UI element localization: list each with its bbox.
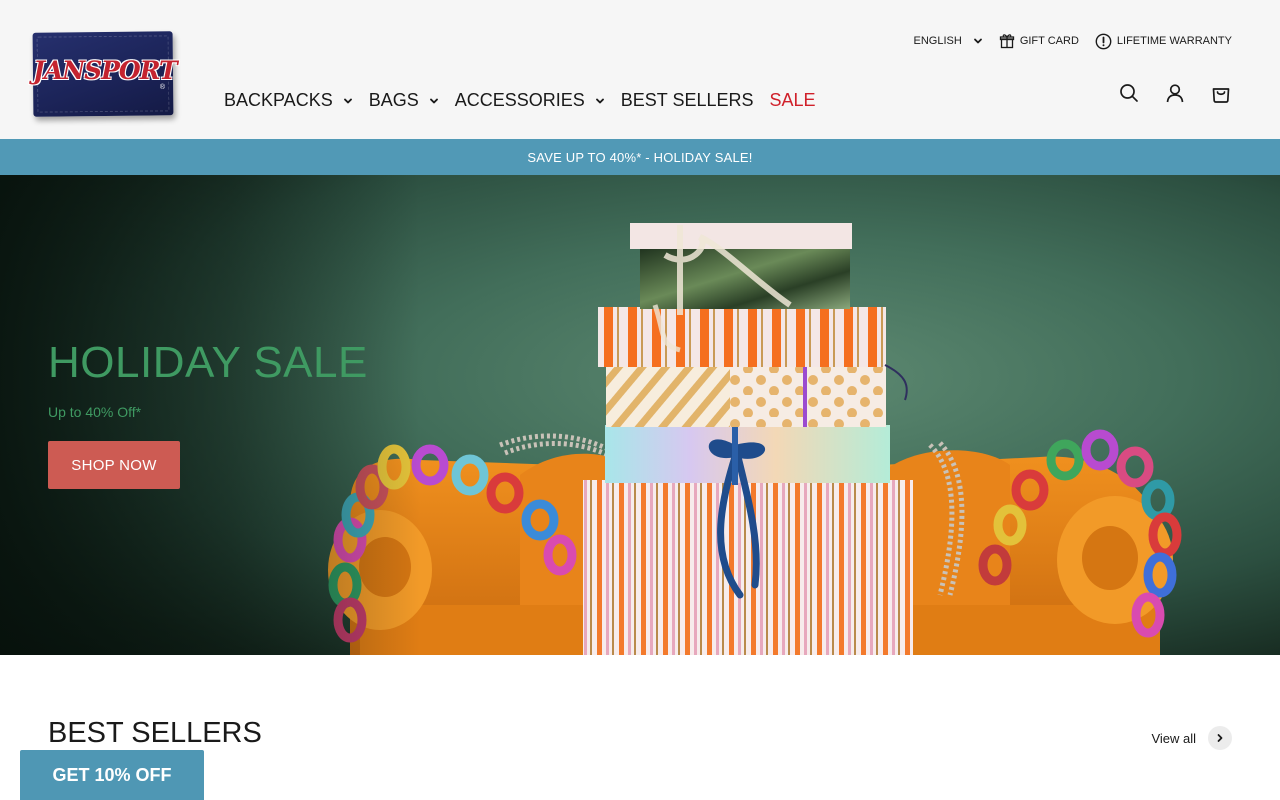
chevron-down-icon — [343, 90, 353, 111]
nav-item-accessories[interactable]: ACCESSORIES — [455, 90, 605, 111]
nav-label: BEST SELLERS — [620, 90, 754, 110]
chevron-down-icon — [429, 90, 439, 111]
nav-label: ACCESSORIES — [454, 90, 585, 110]
shop-now-button[interactable]: SHOP NOW — [48, 441, 180, 489]
hero-subtitle: Up to 40% Off* — [48, 404, 142, 420]
hero-banner: HOLIDAY SALE Up to 40% Off* SHOP NOW — [0, 175, 1280, 655]
announcement-text: SAVE UP TO 40%* - HOLIDAY SALE! — [527, 149, 753, 165]
view-all-link[interactable]: View all — [1151, 726, 1232, 750]
best-sellers-heading: BEST SELLERS — [48, 717, 262, 749]
logo-text: JANSPORT — [33, 56, 179, 86]
lifetime-warranty-link[interactable]: LIFETIME WARRANTY — [1095, 33, 1232, 50]
cart-icon[interactable] — [1210, 82, 1232, 104]
chevron-down-icon — [595, 90, 605, 111]
warning-icon — [1095, 33, 1112, 50]
header-actions — [1118, 82, 1232, 104]
chevron-right-icon — [1208, 726, 1232, 750]
utility-bar: ENGLISH GIFT CARD LIFETIME WARRANTY — [914, 30, 1232, 52]
gift-card-label: GIFT CARD — [1019, 35, 1079, 47]
nav-item-bags[interactable]: BAGS — [369, 90, 439, 111]
announcement-bar[interactable]: SAVE UP TO 40%* - HOLIDAY SALE! — [0, 139, 1280, 175]
main-nav: BACKPACKS BAGS ACCESSORIES BEST SELLERS … — [224, 90, 816, 111]
warranty-label: LIFETIME WARRANTY — [1116, 35, 1232, 47]
gift-icon — [999, 33, 1015, 49]
chevron-down-icon — [973, 36, 983, 46]
view-all-label: View all — [1151, 730, 1196, 746]
nav-label: SALE — [769, 90, 816, 110]
nav-label: BAGS — [368, 90, 419, 110]
nav-label: BACKPACKS — [224, 90, 333, 110]
gift-card-link[interactable]: GIFT CARD — [999, 33, 1079, 49]
nav-item-sale[interactable]: SALE — [770, 90, 816, 111]
account-icon[interactable] — [1164, 82, 1186, 104]
nav-item-best-sellers[interactable]: BEST SELLERS — [621, 90, 754, 111]
logo-registered-mark: ® — [159, 84, 165, 91]
nav-item-backpacks[interactable]: BACKPACKS — [224, 90, 353, 111]
discount-promo-button[interactable]: GET 10% OFF — [20, 750, 204, 800]
language-label: ENGLISH — [913, 35, 962, 47]
language-selector[interactable]: ENGLISH — [914, 35, 983, 47]
hero-title: HOLIDAY SALE — [48, 338, 368, 387]
jansport-logo[interactable]: JANSPORT ® — [33, 31, 179, 117]
search-icon[interactable] — [1118, 82, 1140, 104]
site-header: JANSPORT ® ENGLISH GIFT CARD LIFETIME WA… — [0, 0, 1280, 139]
